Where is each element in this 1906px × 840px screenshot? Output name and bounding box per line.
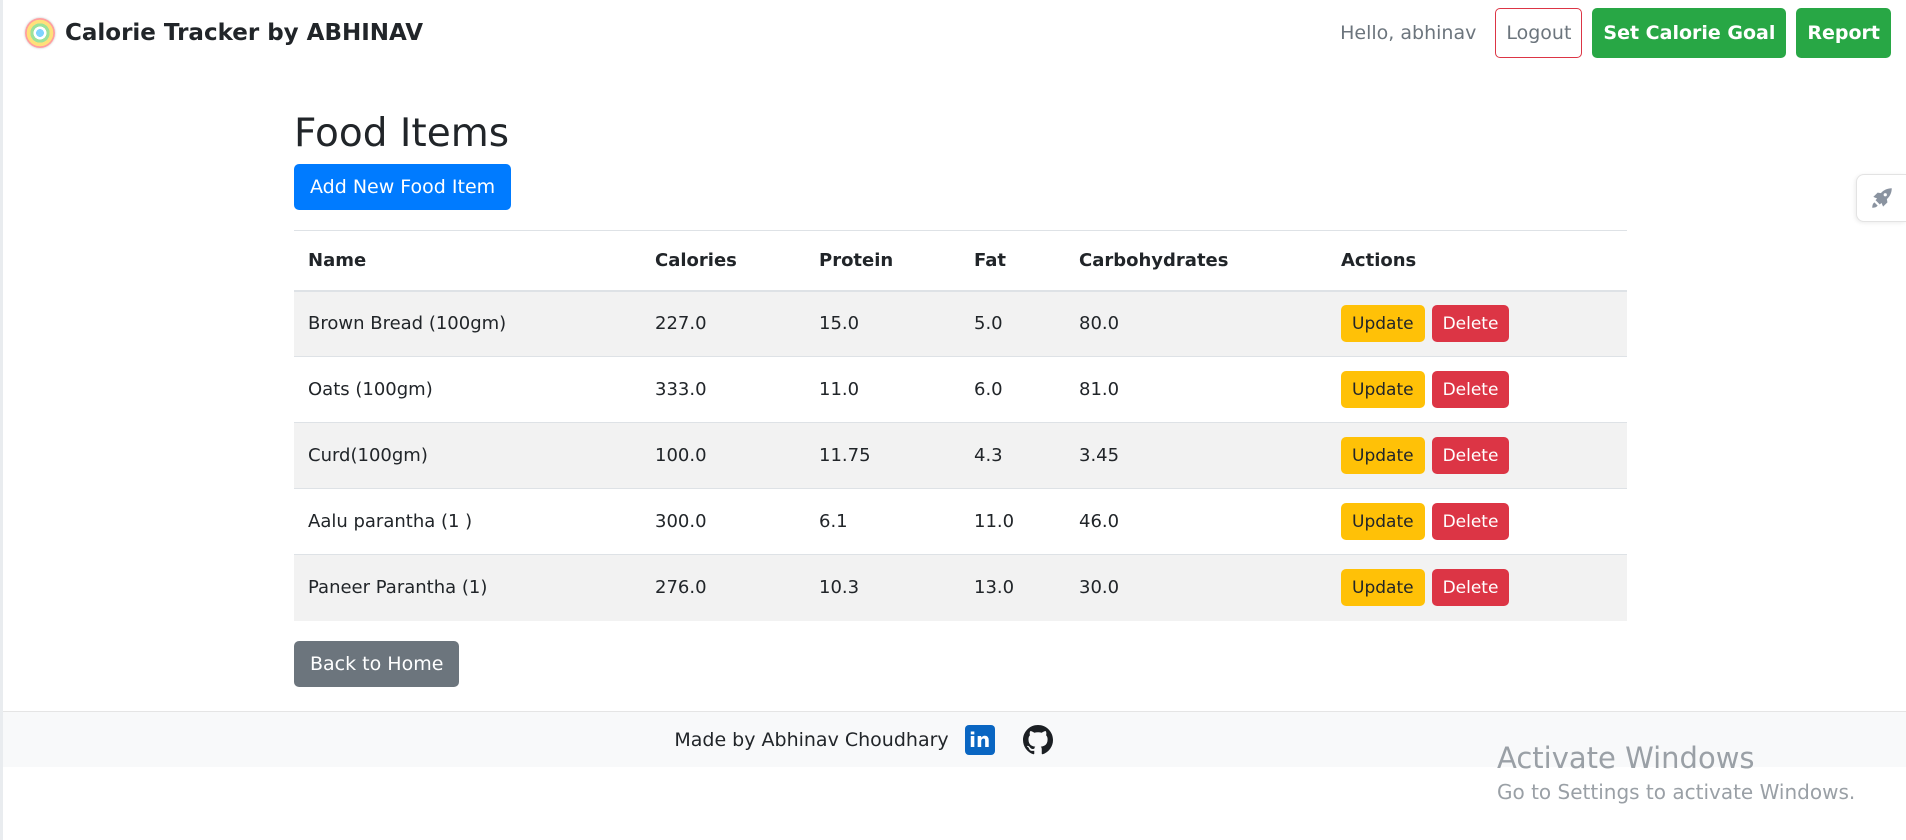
delete-button[interactable]: Delete — [1431, 437, 1510, 474]
side-widget[interactable] — [1856, 174, 1906, 222]
cell-carbohydrates: 3.45 — [1065, 422, 1327, 489]
cell-fat: 4.3 — [960, 422, 1065, 489]
food-items-table: Name Calories Protein Fat Carbohydrates … — [294, 230, 1627, 621]
cell-actions: Update Delete — [1327, 356, 1627, 423]
delete-button[interactable]: Delete — [1431, 569, 1510, 607]
navbar: Calorie Tracker by ABHINAV Hello, abhina… — [3, 0, 1906, 66]
header-protein: Protein — [805, 230, 960, 292]
cell-protein: 10.3 — [805, 554, 960, 621]
main-content: Food Items Add New Food Item Name Calori… — [294, 108, 1627, 687]
cell-protein: 11.0 — [805, 356, 960, 423]
cell-actions: Update Delete — [1327, 488, 1627, 555]
report-button[interactable]: Report — [1796, 8, 1891, 58]
footer-content: Made by Abhinav Choudhary in — [674, 724, 1053, 755]
header-calories: Calories — [641, 230, 805, 292]
cell-protein: 15.0 — [805, 290, 960, 357]
header-fat: Fat — [960, 230, 1065, 292]
cell-name: Aalu parantha (1 ) — [294, 488, 641, 555]
delete-button[interactable]: Delete — [1431, 371, 1510, 408]
cell-calories: 276.0 — [641, 554, 805, 621]
cell-name: Brown Bread (100gm) — [294, 290, 641, 357]
cell-fat: 11.0 — [960, 488, 1065, 555]
footer-credit: Made by Abhinav Choudhary — [674, 728, 949, 751]
cell-name: Curd(100gm) — [294, 422, 641, 489]
table-row: Curd(100gm) 100.0 11.75 4.3 3.45 Update D… — [294, 422, 1627, 489]
cell-carbohydrates: 46.0 — [1065, 488, 1327, 555]
cell-protein: 6.1 — [805, 488, 960, 555]
app-logo-icon — [25, 18, 55, 48]
update-button[interactable]: Update — [1341, 569, 1425, 607]
back-to-home-button[interactable]: Back to Home — [294, 640, 460, 687]
table-row: Brown Bread (100gm) 227.0 15.0 5.0 80.0 … — [294, 290, 1627, 357]
cell-calories: 333.0 — [641, 356, 805, 423]
brand-title[interactable]: Calorie Tracker by ABHINAV — [65, 20, 423, 46]
windows-activation-watermark: Activate Windows Go to Settings to activ… — [1497, 739, 1855, 807]
watermark-title: Activate Windows — [1497, 741, 1755, 775]
cell-name: Paneer Parantha (1) — [294, 554, 641, 621]
cell-fat: 13.0 — [960, 554, 1065, 621]
user-greeting: Hello, abhinav — [1340, 22, 1477, 44]
cell-actions: Update Delete — [1327, 290, 1627, 357]
header-actions: Actions — [1327, 230, 1627, 292]
cell-carbohydrates: 30.0 — [1065, 554, 1327, 621]
update-button[interactable]: Update — [1341, 371, 1425, 408]
delete-button[interactable]: Delete — [1431, 503, 1510, 540]
cell-fat: 6.0 — [960, 356, 1065, 423]
table-header-row: Name Calories Protein Fat Carbohydrates … — [294, 230, 1627, 292]
cell-carbohydrates: 81.0 — [1065, 356, 1327, 423]
delete-button[interactable]: Delete — [1431, 305, 1510, 343]
cell-actions: Update Delete — [1327, 422, 1627, 489]
table-row: Aalu parantha (1 ) 300.0 6.1 11.0 46.0 U… — [294, 488, 1627, 555]
set-calorie-goal-button[interactable]: Set Calorie Goal — [1592, 8, 1787, 58]
watermark-subtitle: Go to Settings to activate Windows. — [1497, 780, 1856, 804]
header-name: Name — [294, 230, 641, 292]
github-icon[interactable] — [1022, 724, 1053, 755]
table-row: Paneer Parantha (1) 276.0 10.3 13.0 30.0… — [294, 554, 1627, 621]
navbar-actions: Hello, abhinav Logout Set Calorie Goal R… — [1340, 8, 1891, 58]
cell-name: Oats (100gm) — [294, 356, 641, 423]
page-title: Food Items — [294, 111, 510, 156]
rocket-icon — [1871, 188, 1892, 208]
cell-actions: Update Delete — [1327, 554, 1627, 621]
cell-calories: 227.0 — [641, 290, 805, 357]
cell-calories: 100.0 — [641, 422, 805, 489]
brand[interactable]: Calorie Tracker by ABHINAV — [25, 18, 423, 48]
cell-fat: 5.0 — [960, 290, 1065, 357]
add-food-item-button[interactable]: Add New Food Item — [294, 164, 512, 210]
update-button[interactable]: Update — [1341, 503, 1425, 540]
linkedin-icon[interactable]: in — [964, 724, 995, 755]
update-button[interactable]: Update — [1341, 437, 1425, 474]
update-button[interactable]: Update — [1341, 305, 1425, 343]
cell-protein: 11.75 — [805, 422, 960, 489]
cell-calories: 300.0 — [641, 488, 805, 555]
logout-button[interactable]: Logout — [1495, 8, 1583, 58]
header-carbohydrates: Carbohydrates — [1065, 230, 1327, 292]
table-row: Oats (100gm) 333.0 11.0 6.0 81.0 Update D… — [294, 356, 1627, 423]
cell-carbohydrates: 80.0 — [1065, 290, 1327, 357]
